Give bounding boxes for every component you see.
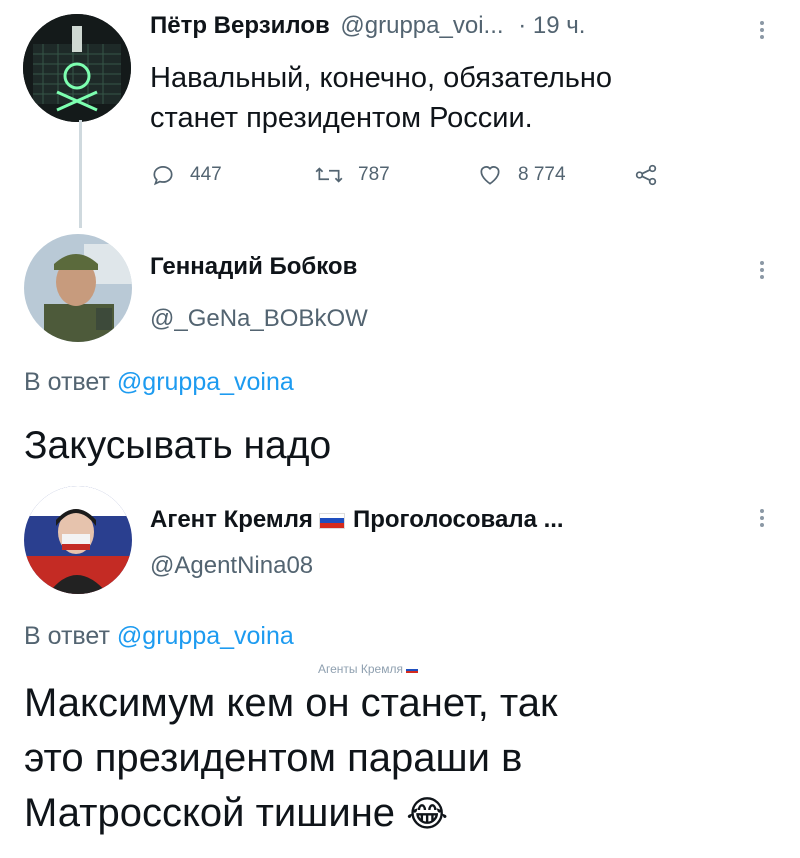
tweet3-text: Максимум кем он станет, так это президен…: [24, 676, 558, 841]
share-icon: [635, 164, 657, 186]
more-icon[interactable]: [760, 18, 764, 42]
tweet2-header: Геннадий Бобков @_GeNa_BOBkOW: [150, 250, 368, 336]
retweet-icon: [315, 167, 343, 183]
tweet1-header: Пётр Верзилов @gruppa_voi... · 19 ч.: [150, 12, 585, 40]
like-icon: [480, 166, 500, 185]
reply-button[interactable]: 447: [150, 162, 222, 188]
reply-handle-link[interactable]: @gruppa_voina: [117, 368, 294, 396]
watermark-text: Агенты Кремля: [318, 662, 403, 676]
author-handle[interactable]: @gruppa_voi...: [340, 12, 503, 39]
like-count: 8 774: [518, 164, 566, 185]
reply-icon: [153, 166, 173, 186]
tweet-text-line: станет президентом России.: [150, 102, 533, 134]
author-name[interactable]: Пётр Верзилов: [150, 12, 330, 39]
author-name-suffix: Проголосовала ...: [352, 506, 564, 533]
tweet1-text: Навальный, конечно, обязательно станет п…: [150, 58, 612, 138]
author-name-row[interactable]: Агент Кремля Проголосовала ...: [150, 503, 564, 537]
reply-prefix: В ответ: [24, 622, 110, 650]
russia-flag-icon: [318, 512, 345, 529]
retweet-count: 787: [358, 164, 390, 185]
reply-context: В ответ @gruppa_voina: [24, 368, 294, 397]
thread-line: [79, 120, 82, 228]
author-handle[interactable]: @AgentNina08: [150, 549, 564, 583]
reply-count: 447: [190, 164, 222, 185]
tweet-text-line: Навальный, конечно, обязательно: [150, 62, 613, 94]
timestamp[interactable]: · 19 ч.: [518, 12, 585, 39]
reply-prefix: В ответ: [24, 368, 110, 396]
avatar-image: [24, 486, 132, 594]
avatar-image: [24, 234, 132, 342]
author-name[interactable]: Геннадий Бобков: [150, 250, 368, 284]
more-icon[interactable]: [760, 506, 764, 530]
russia-flag-icon: [405, 666, 418, 674]
tweet-text-line: это президентом параши в: [24, 736, 523, 780]
tweet-text-line: Матросской тишине 😂: [24, 786, 558, 841]
avatar-image: [23, 14, 131, 122]
like-button[interactable]: 8 774: [476, 162, 566, 188]
share-button[interactable]: [632, 162, 674, 188]
tweet3-header: Агент Кремля Проголосовала ... @AgentNina…: [150, 503, 564, 583]
more-icon[interactable]: [760, 258, 764, 282]
author-name: Агент Кремля: [150, 506, 313, 533]
reply-handle-link[interactable]: @gruppa_voina: [117, 622, 294, 650]
tears-of-joy-emoji-icon: 😂: [406, 793, 449, 834]
retweet-button[interactable]: 787: [314, 162, 390, 188]
tweet2-text: Закусывать надо: [24, 424, 332, 467]
avatar-petr[interactable]: [23, 14, 131, 122]
watermark: Агенты Кремля: [318, 662, 418, 676]
tweet-text-line-3: Матросской тишине: [24, 791, 396, 835]
avatar-gennadiy[interactable]: [24, 234, 132, 342]
avatar-agent[interactable]: [24, 486, 132, 594]
reply-context: В ответ @gruppa_voina: [24, 622, 294, 651]
author-handle[interactable]: @_GeNa_BOBkOW: [150, 302, 368, 336]
tweet-text-line: Максимум кем он станет, так: [24, 681, 558, 725]
